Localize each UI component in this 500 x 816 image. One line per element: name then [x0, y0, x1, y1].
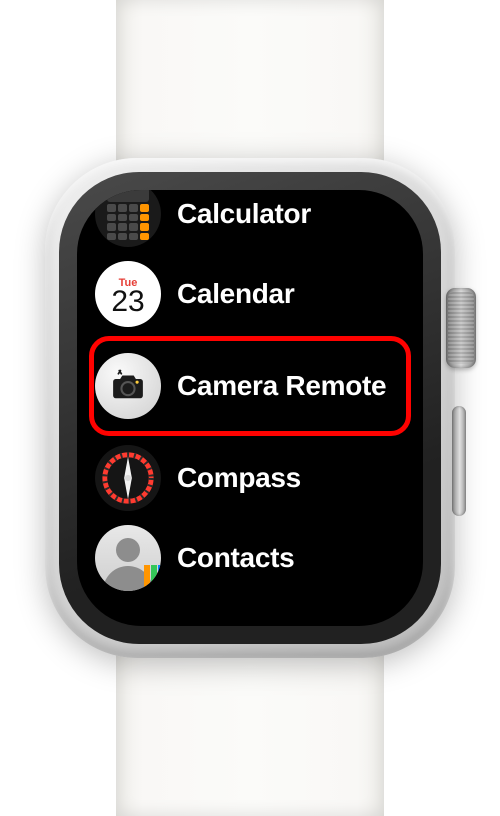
list-item-contacts[interactable]: Contacts: [95, 518, 405, 598]
contacts-icon: [95, 525, 161, 591]
app-label: Contacts: [177, 542, 294, 573]
app-label: Compass: [177, 462, 301, 493]
digital-crown[interactable]: [446, 288, 476, 368]
camera-icon: [95, 353, 161, 419]
list-item-calculator[interactable]: Calculator: [95, 190, 405, 254]
compass-icon: [95, 445, 161, 511]
side-button[interactable]: [452, 406, 466, 516]
list-item-calendar[interactable]: Tue 23 Calendar: [95, 254, 405, 334]
app-label: Calculator: [177, 198, 311, 229]
watch-band-top: [116, 0, 384, 180]
watch-band-bottom: [116, 636, 384, 816]
list-item-compass[interactable]: Compass: [95, 438, 405, 518]
calendar-day-number: 23: [111, 287, 144, 317]
app-label: Camera Remote: [177, 370, 386, 401]
app-label: Calendar: [177, 278, 294, 309]
app-list[interactable]: Calculator Tue 23 Calendar: [77, 190, 423, 626]
calendar-icon: Tue 23: [95, 261, 161, 327]
apple-watch: Calculator Tue 23 Calendar: [45, 158, 455, 658]
list-item-camera-remote[interactable]: Camera Remote: [95, 334, 405, 438]
watch-screen: Calculator Tue 23 Calendar: [77, 190, 423, 626]
calculator-icon: [95, 190, 161, 247]
